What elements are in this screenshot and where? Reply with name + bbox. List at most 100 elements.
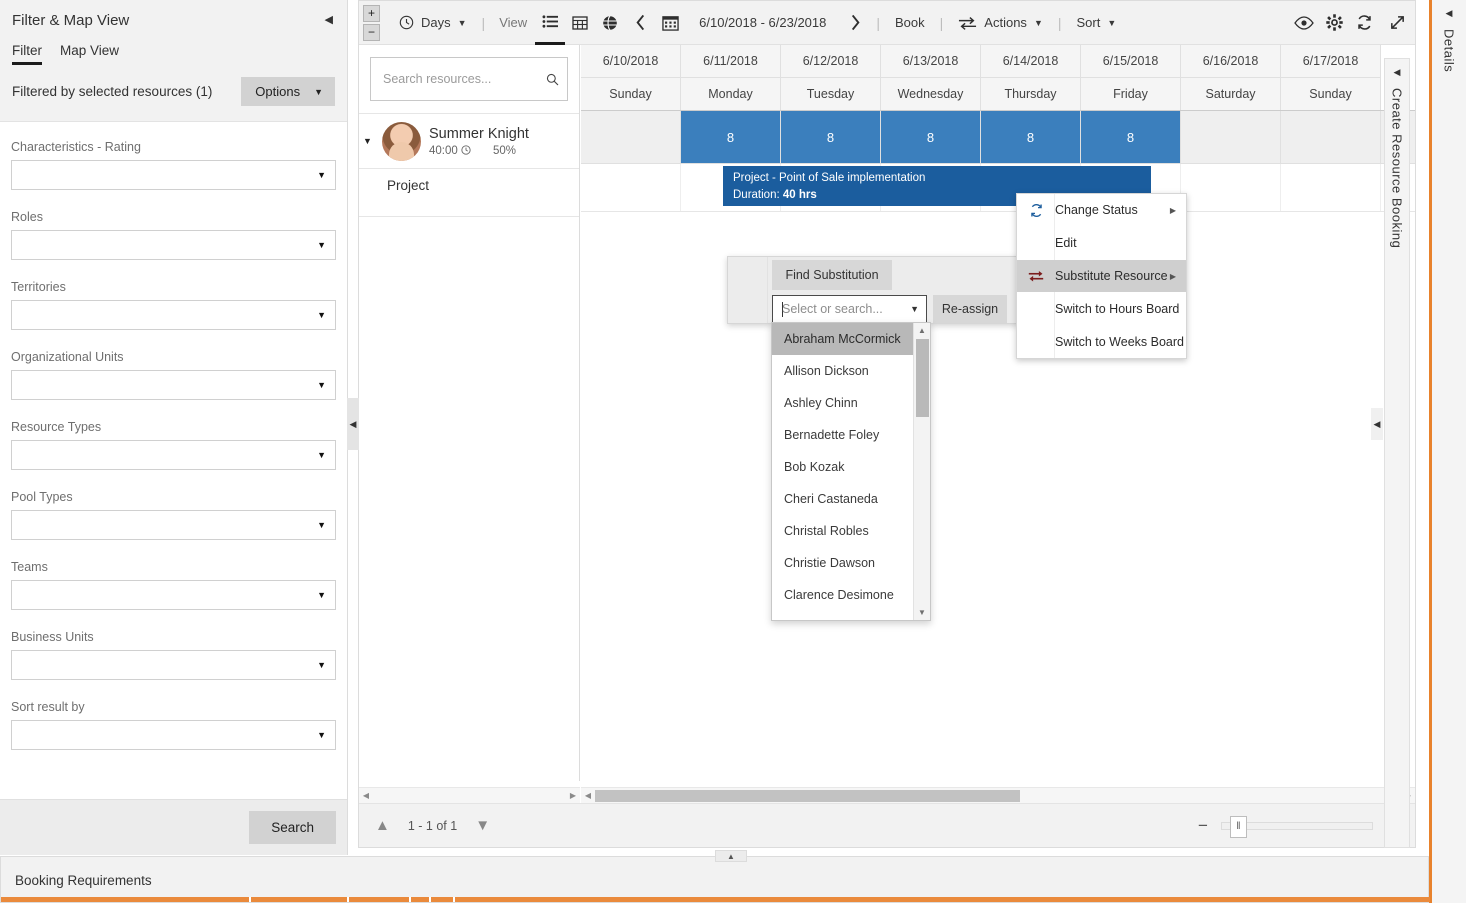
dropdown-scrollbar[interactable]: ▲ ▼ (913, 323, 930, 620)
zoom-slider-track[interactable]: ‖ (1221, 822, 1373, 830)
chevron-down-icon: ▼ (458, 18, 467, 28)
expand-booking-requirements-handle[interactable]: ▲ (715, 850, 747, 862)
resource-sub-row[interactable]: Project (359, 169, 579, 217)
time-unit-label: Days (421, 15, 451, 30)
details-rail[interactable]: ◀ Details (1432, 0, 1466, 903)
tab-divider (409, 897, 411, 902)
resource-search-box[interactable] (370, 57, 568, 101)
territories-select[interactable]: ▼ (11, 300, 336, 330)
grid-hscrollbar[interactable]: ◀ ▶ (581, 787, 1415, 803)
zoom-out-button[interactable]: − (1195, 816, 1211, 836)
substitute-resource-select[interactable]: Select or search... ▼ (772, 295, 927, 323)
next-period-button[interactable] (840, 1, 870, 45)
scroll-down-icon[interactable]: ▼ (914, 605, 930, 620)
filter-panel-splitter-handle[interactable]: ◀ (347, 398, 359, 450)
sort-result-by-select[interactable]: ▼ (11, 720, 336, 750)
caret-down-icon[interactable]: ▼ (910, 304, 919, 314)
roles-select[interactable]: ▼ (11, 230, 336, 260)
capacity-cell[interactable]: 8 (781, 111, 881, 163)
search-icon[interactable] (546, 71, 559, 88)
scroll-right-icon[interactable]: ▶ (566, 791, 580, 800)
tab-divider (429, 897, 431, 902)
list-item[interactable]: Christie Dawson (772, 547, 913, 579)
context-menu-item-substitute-resource[interactable]: Substitute Resource ▶ (1017, 260, 1186, 292)
list-item[interactable]: Christal Robles (772, 515, 913, 547)
booking-requirements-tab-strip (1, 897, 1430, 902)
capacity-cell[interactable] (581, 111, 681, 163)
scroll-track[interactable] (373, 789, 566, 803)
create-resource-booking-label: Create Resource Booking (1390, 88, 1405, 248)
decrease-row-height-button[interactable]: − (363, 24, 380, 41)
time-unit-selector[interactable]: Days ▼ (390, 1, 476, 45)
chevron-down-icon: ▼ (314, 87, 323, 97)
pool-types-select[interactable]: ▼ (11, 510, 336, 540)
list-item[interactable]: Bob Kozak (772, 451, 913, 483)
scroll-up-icon[interactable]: ▲ (914, 323, 930, 338)
list-item[interactable]: Bernadette Foley (772, 419, 913, 451)
caret-down-icon[interactable]: ▼ (363, 136, 374, 146)
capacity-cell[interactable]: 8 (681, 111, 781, 163)
tab-filter[interactable]: Filter (12, 43, 42, 65)
tab-divider (453, 897, 455, 902)
zoom-slider-thumb[interactable]: ‖ (1230, 816, 1247, 838)
sort-menu-button[interactable]: Sort ▼ (1068, 1, 1126, 45)
resource-row[interactable]: ▼ Summer Knight 40:00 50% (359, 114, 579, 169)
column-day-label: Sunday (581, 78, 680, 110)
capacity-cell[interactable] (1281, 111, 1381, 163)
chevron-down-icon[interactable]: ▼ (475, 817, 490, 834)
grid-header-days: SundayMondayTuesdayWednesdayThursdayFrid… (581, 78, 1415, 110)
business-units-select[interactable]: ▼ (11, 650, 336, 680)
characteristics-rating-select[interactable]: ▼ (11, 160, 336, 190)
capacity-cell[interactable] (1181, 111, 1281, 163)
book-button[interactable]: Book (886, 1, 934, 45)
resource-hscrollbar[interactable]: ◀ ▶ (359, 787, 580, 803)
search-input[interactable] (381, 71, 546, 87)
search-button[interactable]: Search (249, 811, 336, 844)
list-item[interactable]: Abraham McCormick (772, 323, 913, 355)
scroll-track[interactable] (595, 789, 1401, 803)
actions-menu-button[interactable]: Actions ▼ (949, 1, 1052, 45)
calendar-icon[interactable] (655, 1, 685, 45)
options-button[interactable]: Options ▼ (241, 77, 335, 106)
grid-column-date: 6/10/2018 (581, 45, 681, 78)
grid-view-icon[interactable] (565, 1, 595, 45)
context-menu-item-switch-to-hours-board[interactable]: Switch to Hours Board (1017, 293, 1186, 325)
expand-arrows-icon[interactable] (1379, 1, 1415, 45)
chevron-right-icon: ▶ (1170, 272, 1186, 281)
chevron-down-icon: ▼ (317, 310, 326, 320)
board-right-splitter-handle[interactable]: ◀ (1371, 408, 1383, 440)
organizational-units-select[interactable]: ▼ (11, 370, 336, 400)
chevron-down-icon: ▼ (317, 660, 326, 670)
create-resource-booking-rail[interactable]: ◀ Create Resource Booking (1384, 58, 1410, 848)
collapse-filter-panel-icon[interactable]: ◀ (325, 15, 333, 26)
filtered-by-row: Filtered by selected resources (1) Optio… (0, 65, 347, 106)
increase-row-height-button[interactable]: + (363, 5, 380, 22)
scroll-thumb[interactable] (595, 790, 1020, 802)
chevron-up-icon[interactable]: ▲ (375, 817, 390, 834)
context-menu-item-edit[interactable]: Edit (1017, 227, 1186, 259)
scroll-left-icon[interactable]: ◀ (359, 791, 373, 800)
list-item[interactable]: Allison Dickson (772, 355, 913, 387)
re-assign-button[interactable]: Re-assign (933, 295, 1007, 323)
globe-view-icon[interactable] (595, 1, 625, 45)
eye-icon[interactable] (1289, 1, 1319, 45)
scroll-left-icon[interactable]: ◀ (581, 791, 595, 800)
resource-types-select[interactable]: ▼ (11, 440, 336, 470)
refresh-icon[interactable] (1349, 1, 1379, 45)
list-view-icon[interactable] (535, 1, 565, 45)
teams-select[interactable]: ▼ (11, 580, 336, 610)
previous-period-button[interactable] (625, 1, 655, 45)
find-substitution-button[interactable]: Find Substitution (772, 260, 892, 290)
scroll-thumb[interactable] (916, 339, 929, 417)
list-item[interactable]: Cheri Castaneda (772, 483, 913, 515)
capacity-cell[interactable]: 8 (1081, 111, 1181, 163)
gear-icon[interactable] (1319, 1, 1349, 45)
context-menu-item-switch-to-weeks-board[interactable]: Switch to Weeks Board (1017, 326, 1186, 358)
tab-map-view[interactable]: Map View (60, 43, 119, 65)
capacity-cell[interactable]: 8 (881, 111, 981, 163)
list-item[interactable]: Clarence Desimone (772, 579, 913, 611)
list-item[interactable]: Ashley Chinn (772, 387, 913, 419)
capacity-cell[interactable]: 8 (981, 111, 1081, 163)
clock-icon (399, 15, 414, 30)
context-menu-item-change-status[interactable]: Change Status ▶ (1017, 194, 1186, 226)
